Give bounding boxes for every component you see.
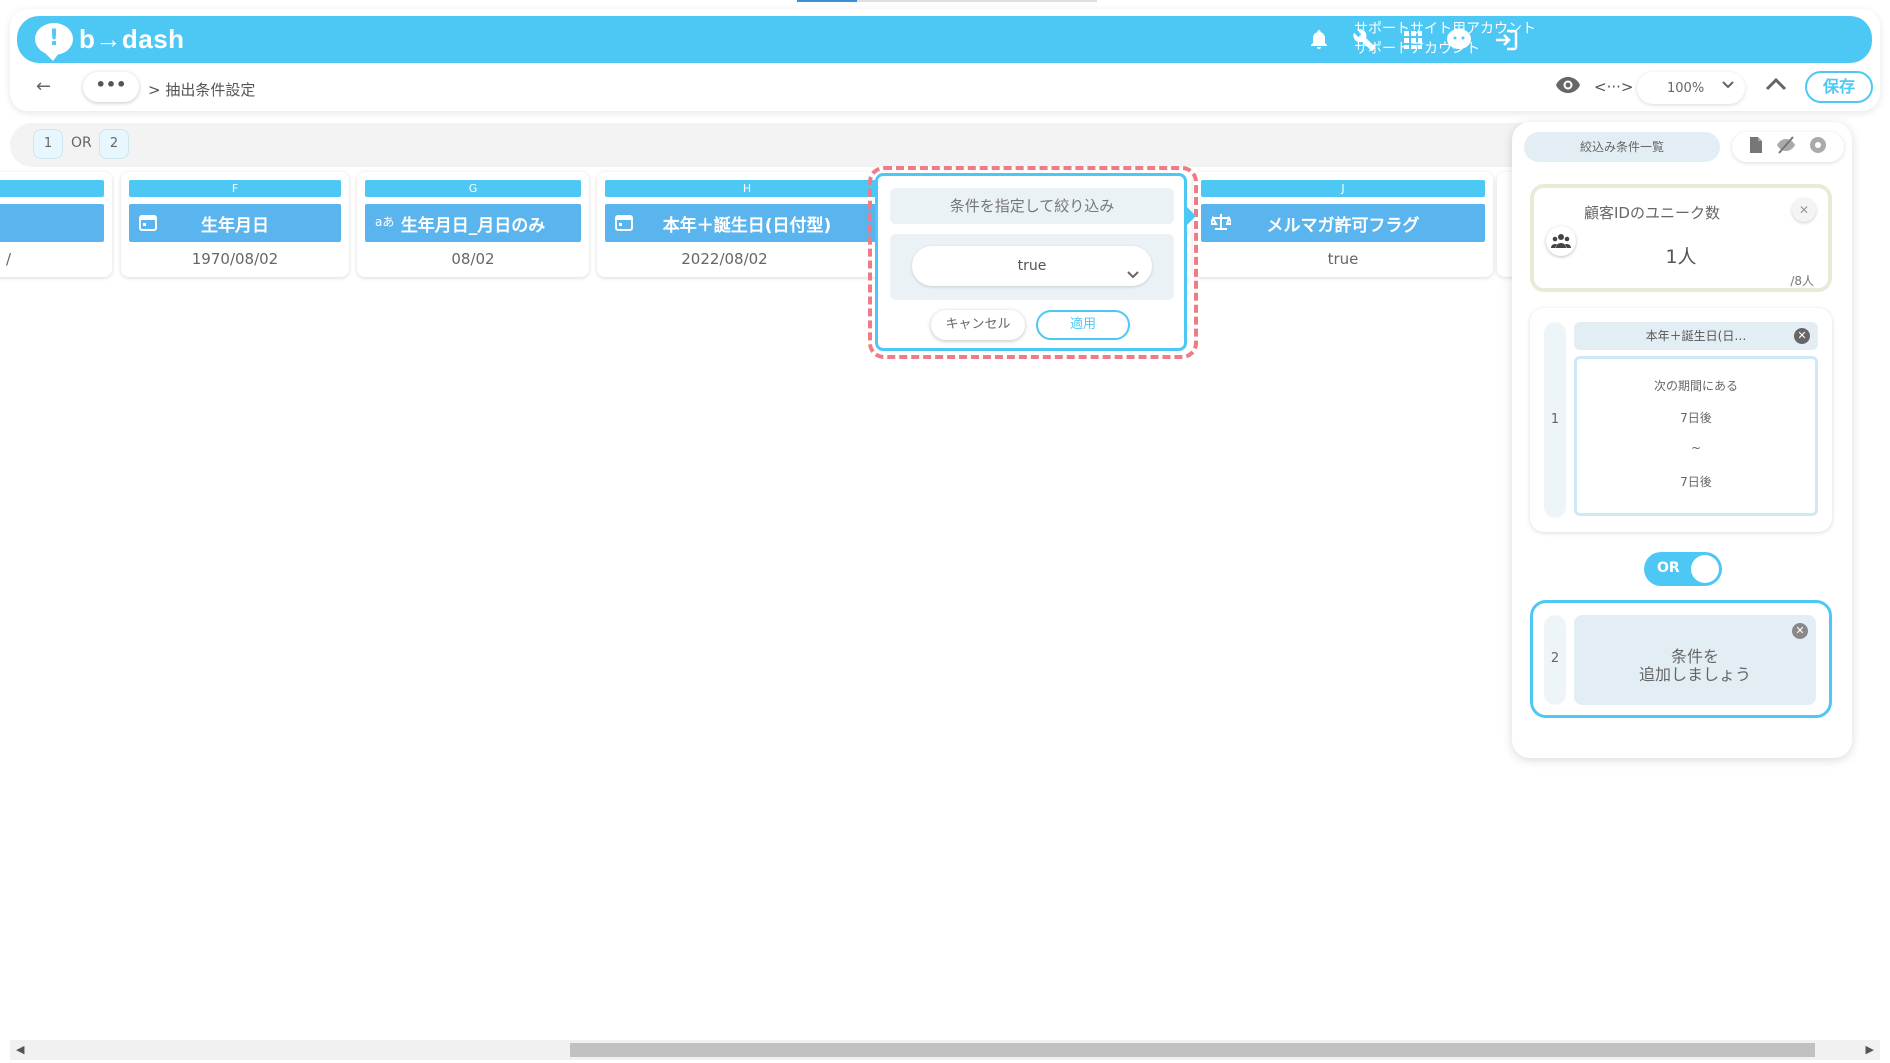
column-value: true bbox=[1327, 250, 1359, 268]
value-select[interactable]: true bbox=[912, 246, 1152, 286]
column-name: 生年月日 bbox=[201, 215, 269, 236]
condition-number: 1 bbox=[1544, 322, 1566, 518]
condition-detail[interactable]: 次の期間にある 7日後 ~ 7日後 bbox=[1574, 356, 1818, 516]
breadcrumb-current: > 抽出条件設定 bbox=[148, 81, 256, 99]
save-button[interactable]: 保存 bbox=[1805, 71, 1873, 103]
column-name: 生年月日_月日のみ bbox=[400, 215, 546, 236]
logo-bubble-icon: ! bbox=[35, 23, 73, 61]
column-card-h[interactable]: H 本年＋誕生日(日付型) 2022/08/02 bbox=[597, 172, 897, 277]
scale-icon bbox=[1209, 213, 1234, 235]
bell-icon[interactable] bbox=[1304, 25, 1334, 55]
column-header[interactable]: aあ 生年月日_月日のみ bbox=[365, 204, 581, 242]
logout-icon[interactable] bbox=[1491, 25, 1521, 55]
condition-column-name: 本年＋誕生日(日… bbox=[1645, 329, 1747, 343]
collapse-up-icon[interactable] bbox=[1765, 76, 1787, 96]
apply-button[interactable]: 適用 bbox=[1036, 310, 1130, 340]
condition-range-sep: ~ bbox=[1690, 441, 1702, 455]
count-hide-icon[interactable]: ✕ bbox=[1792, 198, 1816, 222]
unique-count-card: 顧客IDのユニーク数 ✕ 1人 /8人 bbox=[1530, 184, 1832, 292]
column-header[interactable] bbox=[0, 204, 104, 242]
settings-icon[interactable] bbox=[1809, 136, 1827, 158]
grid-icon[interactable] bbox=[1398, 25, 1428, 55]
wrench-icon[interactable] bbox=[1350, 25, 1380, 55]
horizontal-scrollbar[interactable]: ◀ ▶ bbox=[10, 1040, 1880, 1060]
condition-from: 7日後 bbox=[1680, 411, 1712, 425]
column-letter: G bbox=[365, 180, 581, 197]
column-header[interactable]: 本年＋誕生日(日付型) bbox=[605, 204, 889, 242]
close-icon[interactable]: ✕ bbox=[1794, 328, 1810, 344]
column-name: メルマガ許可フラグ bbox=[1266, 215, 1420, 236]
column-header[interactable]: メルマガ許可フラグ bbox=[1201, 204, 1485, 242]
column-card-f[interactable]: F 生年月日 1970/08/02 bbox=[121, 172, 349, 277]
column-value: 2022/08/02 bbox=[681, 250, 768, 268]
toggle-label: OR bbox=[1657, 560, 1680, 576]
logo-text: b→dash bbox=[79, 23, 185, 54]
toggle-knob bbox=[1691, 555, 1719, 583]
panel-title: 絞込み条件一覧 bbox=[1524, 132, 1720, 162]
hide-icon[interactable] bbox=[1776, 136, 1796, 158]
breadcrumb-more-button[interactable]: ••• bbox=[83, 72, 139, 102]
back-button[interactable]: ← bbox=[36, 76, 51, 97]
filter-popup: 条件を指定して絞り込み true キャンセル 適用 bbox=[875, 173, 1196, 351]
popup-title: 条件を指定して絞り込み bbox=[890, 188, 1174, 224]
condition-number: 2 bbox=[1544, 615, 1566, 705]
condition-group-2: 2 条件を 追加しましょう ✕ bbox=[1530, 600, 1832, 718]
zoom-select[interactable]: 100% bbox=[1637, 72, 1745, 104]
group-operator: OR bbox=[71, 135, 92, 151]
column-header[interactable]: 生年月日 bbox=[129, 204, 341, 242]
count-value: 1人 bbox=[1665, 246, 1697, 268]
column-letter bbox=[0, 180, 104, 197]
column-card-e[interactable]: / bbox=[0, 172, 112, 277]
column-letter: J bbox=[1201, 180, 1485, 197]
group-tabs-bar bbox=[10, 123, 1750, 167]
scroll-right-icon[interactable]: ▶ bbox=[1866, 1043, 1874, 1056]
add-condition-dropzone[interactable]: 条件を 追加しましょう ✕ bbox=[1574, 615, 1816, 705]
column-letter: H bbox=[605, 180, 889, 197]
count-label: 顧客IDのユニーク数 bbox=[1584, 204, 1720, 222]
column-card-g[interactable]: G aあ 生年月日_月日のみ 08/02 bbox=[357, 172, 589, 277]
condition-column-chip[interactable]: 本年＋誕生日(日… ✕ bbox=[1574, 322, 1818, 350]
document-icon[interactable] bbox=[1749, 136, 1763, 158]
condition-group-1: 1 本年＋誕生日(日… ✕ 次の期間にある 7日後 ~ 7日後 bbox=[1530, 308, 1832, 532]
eye-icon[interactable] bbox=[1555, 76, 1581, 98]
condition-to: 7日後 bbox=[1680, 475, 1712, 489]
column-card-j[interactable]: J メルマガ許可フラグ true bbox=[1193, 172, 1493, 277]
group-tab-1[interactable]: 1 bbox=[33, 129, 63, 159]
condition-operator: 次の期間にある bbox=[1653, 379, 1738, 393]
close-icon[interactable]: ✕ bbox=[1792, 623, 1808, 639]
column-letter: F bbox=[129, 180, 341, 197]
app-logo[interactable]: ! b→dash bbox=[35, 23, 185, 61]
scrollbar-thumb[interactable] bbox=[570, 1043, 1815, 1057]
chevron-down-icon bbox=[1721, 78, 1735, 96]
panel-icon-group bbox=[1732, 132, 1844, 162]
text-type-icon: aあ bbox=[375, 215, 395, 229]
cancel-button[interactable]: キャンセル bbox=[931, 310, 1025, 340]
filter-conditions-panel: 絞込み条件一覧 顧客IDのユニーク数 ✕ 1人 /8人 1 本年＋誕生日(日… … bbox=[1512, 122, 1852, 758]
scroll-left-icon[interactable]: ◀ bbox=[16, 1043, 24, 1056]
page-loading-bar bbox=[797, 0, 1097, 2]
column-name: 本年＋誕生日(日付型) bbox=[662, 215, 832, 236]
count-total: /8人 bbox=[1790, 274, 1814, 288]
code-view-icon[interactable]: <···> bbox=[1594, 78, 1633, 96]
calendar-icon bbox=[139, 213, 157, 235]
column-value: / bbox=[6, 250, 12, 268]
popup-select-container: true bbox=[890, 234, 1174, 300]
zoom-value: 100% bbox=[1667, 80, 1705, 96]
app-header: ! b→dash サポートサイト用アカウント サポートアカウント bbox=[17, 16, 1872, 63]
value-select-text: true bbox=[1017, 258, 1047, 274]
group-tab-2[interactable]: 2 bbox=[99, 129, 129, 159]
chevron-down-icon bbox=[1126, 258, 1140, 298]
column-value: 1970/08/02 bbox=[191, 250, 279, 268]
and-or-toggle[interactable]: OR bbox=[1644, 552, 1722, 586]
add-condition-text-2: 追加しましょう bbox=[1638, 665, 1751, 684]
column-value: 08/02 bbox=[451, 250, 495, 268]
calendar-icon bbox=[615, 213, 633, 235]
support-icon[interactable] bbox=[1444, 25, 1474, 55]
